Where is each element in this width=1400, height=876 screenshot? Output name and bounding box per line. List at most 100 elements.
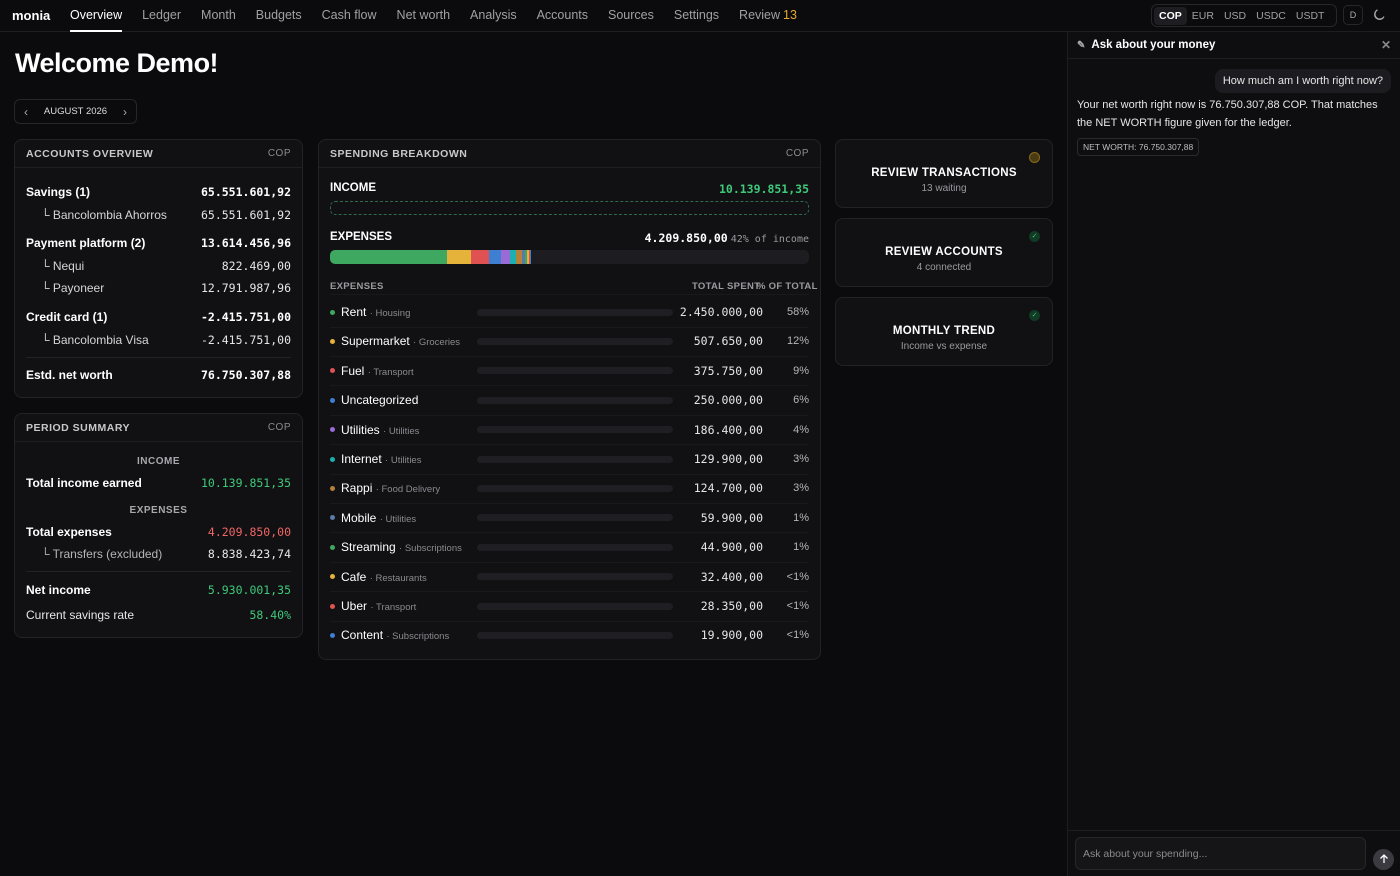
expense-row[interactable]: Rent · Housing 2.450.000,00 58% [330,302,809,322]
nav-cash-flow[interactable]: Cash flow [322,0,377,32]
category-dot [330,427,335,433]
action-title: MONTHLY TREND [892,325,996,337]
expense-row[interactable]: Uncategorized 250.000,00 6% [330,390,809,410]
next-month-button[interactable]: › [123,105,127,119]
total-expenses-row: Total expenses 4.209.850,00 [26,525,291,539]
review-accounts-card[interactable]: ✓ REVIEW ACCOUNTS 4 connected [835,218,1053,287]
expense-bar-track [477,396,673,404]
row-divider [330,385,809,387]
user-message: How much am I worth right now? [1214,69,1391,93]
expense-row[interactable]: Streaming · Subscriptions 44.900,00 1% [330,537,809,557]
user-avatar-button[interactable]: D [1343,5,1363,25]
nav-sources[interactable]: Sources [608,0,654,32]
assistant-message: Your net worth right now is 76.750.307,8… [1077,99,1378,129]
accounts-overview-currency: COP [267,148,291,159]
expense-row[interactable]: Uber · Transport 28.350,00 <1% [330,596,809,616]
action-title: REVIEW TRANSACTIONS [871,167,1017,179]
nav-settings[interactable]: Settings [674,0,719,32]
row-divider [330,326,809,328]
row-divider [330,355,809,357]
nav-net-worth[interactable]: Net worth [397,0,451,32]
income-label: INCOME [330,182,376,194]
nav-ledger[interactable]: Ledger [142,0,181,32]
expenses-total: 4.209.850,00 42% of income [645,231,809,245]
expense-bar-track [477,337,673,345]
account-group-row[interactable]: Credit card (1) -2.415.751,00 [26,310,291,324]
currency-usdt[interactable]: USDT [1291,7,1330,25]
action-subtitle: 4 connected [916,262,972,273]
total-income-value: 10.139.851,35 [200,476,291,490]
expense-name-cell: Content · Subscriptions [341,628,471,642]
close-icon[interactable]: ✕ [1381,38,1391,52]
expense-amount: 375.750,00 [693,363,763,378]
review-transactions-card[interactable]: REVIEW TRANSACTIONS 13 waiting [835,139,1053,208]
expenses-section-label: EXPENSES [129,505,188,516]
nav-month[interactable]: Month [201,0,236,32]
currency-usd[interactable]: USD [1219,7,1251,25]
expense-amount: 250.000,00 [693,393,763,408]
row-divider [330,502,809,504]
category-dot [330,338,335,344]
send-button[interactable] [1373,849,1394,870]
month-picker: ‹ AUGUST 2026 › [14,99,137,124]
nav-review[interactable]: Review 13 [739,0,797,32]
expense-row[interactable]: Supermarket · Groceries 507.650,00 12% [330,331,809,351]
currency-eur[interactable]: EUR [1187,7,1219,25]
account-row[interactable]: └ Bancolombia Ahorros 65.551.601,92 [26,208,291,222]
expense-bar-track [477,631,673,639]
nav-accounts[interactable]: Accounts [537,0,588,32]
current-period: AUGUST 2026 [43,106,108,117]
expense-row[interactable]: Fuel · Transport 375.750,00 9% [330,361,809,381]
expense-row[interactable]: Cafe · Restaurants 32.400,00 <1% [330,567,809,587]
expense-row[interactable]: Rappi · Food Delivery 124.700,00 3% [330,478,809,498]
expense-bar-track [477,308,673,316]
total-expenses-label: Total expenses [26,525,112,539]
expense-row[interactable]: Content · Subscriptions 19.900,00 <1% [330,625,809,645]
currency-cop[interactable]: COP [1154,6,1187,25]
app-logo[interactable]: monia [12,8,50,23]
chat-input[interactable] [1075,837,1366,870]
expense-row[interactable]: Internet · Utilities 129.900,00 3% [330,449,809,469]
expense-row[interactable]: Mobile · Utilities 59.900,00 1% [330,508,809,528]
currency-usdc[interactable]: USDC [1251,7,1291,25]
nav-budgets[interactable]: Budgets [256,0,302,32]
account-value: 12.791.987,96 [200,281,291,295]
moon-icon[interactable] [1372,8,1386,22]
expense-pct: 58% [786,306,809,318]
category-dot [330,397,335,403]
spending-breakdown-header: SPENDING BREAKDOWN COP [319,140,820,168]
account-row[interactable]: └ Payoneer 12.791.987,96 [26,281,291,295]
monthly-trend-card[interactable]: ✓ MONTHLY TREND Income vs expense [835,297,1053,366]
account-value: 65.551.601,92 [200,208,291,222]
chat-header: ✎ Ask about your money ✕ [1068,32,1400,59]
account-row[interactable]: └ Nequi 822.469,00 [26,259,291,273]
nav-overview[interactable]: Overview [70,0,123,32]
header-divider [330,294,809,295]
account-row[interactable]: └ Bancolombia Visa -2.415.751,00 [26,333,291,347]
savings-rate-label: Current savings rate [26,608,135,622]
expense-name-cell: Rappi · Food Delivery [341,481,471,495]
expense-row[interactable]: Utilities · Utilities 186.400,00 4% [330,420,809,440]
expense-name-cell: Fuel · Transport [341,364,471,378]
net-worth-chip[interactable]: NET WORTH: 76.750.307,88 [1077,138,1200,156]
expense-category: · Utilities [385,455,422,466]
expense-pct: 3% [793,453,809,465]
col-expenses-header: EXPENSES [330,281,384,292]
nav-analysis[interactable]: Analysis [470,0,517,32]
expenses-stacked-bar [330,250,809,264]
main-nav: Overview Ledger Month Budgets Cash flow … [70,0,817,32]
prev-month-button[interactable]: ‹ [24,105,28,119]
account-group-row[interactable]: Savings (1) 65.551.601,92 [26,185,291,199]
chat-panel: ✎ Ask about your money ✕ How much am I w… [1067,32,1400,876]
top-nav-bar: monia Overview Ledger Month Budgets Cash… [0,0,1400,32]
expense-category: · Subscriptions [399,543,462,555]
expense-name-cell: Internet · Utilities [341,452,471,466]
row-divider [330,591,809,593]
expense-name: Cafe [341,569,367,584]
row-divider [330,532,809,534]
expense-name-cell: Rent · Housing [341,305,471,319]
account-value: -2.415.751,00 [200,333,291,347]
expense-amount: 44.900,00 [700,540,763,555]
expense-bar-track [477,543,673,551]
account-group-row[interactable]: Payment platform (2) 13.614.456,96 [26,236,291,250]
